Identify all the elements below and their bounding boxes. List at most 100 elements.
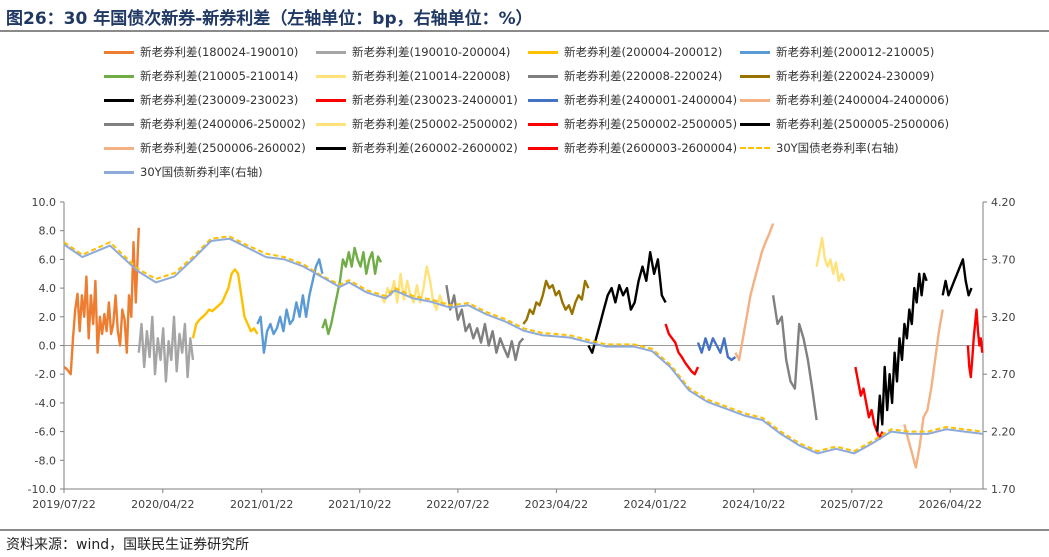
- series-line-11: [734, 223, 775, 362]
- legend-item: 新老券利差(2500005-2500006): [740, 115, 949, 133]
- series-line-19: [63, 235, 984, 453]
- legend-swatch: [104, 122, 134, 126]
- x-tick-label: 2026/04/22: [919, 498, 982, 511]
- legend-label: 30Y国债老券利率(右轴): [776, 141, 899, 155]
- source-note: 资料来源：wind，国联民生证券研究所: [6, 537, 250, 553]
- legend-swatch: [528, 98, 558, 102]
- left-tick-label: -10.0: [28, 483, 56, 496]
- left-tick-label: 10.0: [32, 196, 57, 209]
- series-line-12: [771, 295, 818, 421]
- legend-label: 新老券利差(210014-220008): [352, 69, 511, 83]
- x-tick-label: 2022/07/22: [426, 498, 489, 511]
- legend-item: 新老券利差(200012-210005): [740, 43, 934, 61]
- legend-label: 新老券利差(210005-210014): [140, 69, 299, 83]
- legend-item: 新老券利差(260002-2600002): [316, 139, 518, 157]
- legend-item: 新老券利差(220008-220024): [528, 67, 722, 85]
- series-line-7: [522, 279, 590, 325]
- x-tick-label: 2025/07/22: [820, 498, 883, 511]
- x-tick-label: 2023/04/22: [525, 498, 588, 511]
- legend-label: 新老券利差(220024-230009): [776, 69, 935, 83]
- series-line-20: [63, 237, 984, 455]
- left-tick-label: -8.0: [35, 454, 56, 467]
- legend-label: 新老券利差(2600003-2600004): [564, 141, 738, 155]
- left-tick-label: -4.0: [35, 397, 56, 410]
- legend-swatch: [316, 50, 346, 54]
- legend-label: 新老券利差(220008-220024): [564, 69, 723, 83]
- legend-swatch: [740, 50, 770, 54]
- legend-label: 新老券利差(180024-190010): [140, 45, 299, 59]
- series-line-8: [587, 251, 667, 354]
- series-line-2: [191, 268, 259, 339]
- legend-label: 新老券利差(230009-230023): [140, 93, 299, 107]
- left-tick-label: 8.0: [39, 225, 57, 238]
- legend-label: 新老券利差(2400004-2400006): [776, 93, 950, 107]
- legend-item: 新老券利差(2500002-2500005): [528, 115, 737, 133]
- x-tick-label: 2024/10/22: [722, 498, 785, 511]
- legend-swatch: [104, 50, 134, 54]
- legend-swatch: [528, 122, 558, 126]
- line-chart: 10.0 8.0 6.0 4.0 2.0 0.0 -2.0 -4.0 -6.0 -8.0 -10.0…: [28, 196, 1016, 511]
- legend-item: 30Y国债新券利率(右轴): [104, 163, 263, 181]
- legend-label: 新老券利差(260002-2600002): [352, 141, 518, 155]
- legend-label: 新老券利差(2500006-260002): [140, 141, 306, 155]
- legend-item: 新老券利差(190010-200004): [316, 43, 510, 61]
- title-divider: [0, 30, 1049, 32]
- legend-item: 新老券利差(2400006-250002): [104, 115, 306, 133]
- legend-swatch: [104, 98, 134, 102]
- left-tick-label: -2.0: [35, 368, 56, 381]
- legend-swatch: [316, 122, 346, 126]
- source-divider: [0, 529, 1049, 531]
- legend-swatch: [316, 146, 346, 150]
- x-tick-label: 2019/07/22: [32, 498, 95, 511]
- legend-item: 30Y国债老券利率(右轴): [740, 139, 899, 157]
- left-tick-label: -6.0: [35, 426, 56, 439]
- series-line-1: [137, 315, 195, 383]
- legend-label: 新老券利差(200012-210005): [776, 45, 935, 59]
- series-line-16: [903, 309, 944, 469]
- right-tick-label: 4.20: [991, 196, 1016, 209]
- series-line-3: [256, 258, 324, 354]
- series-line-13: [815, 236, 846, 283]
- legend-label: 新老券利差(250002-2500002): [352, 117, 518, 131]
- legend-item: 新老券利差(200004-200012): [528, 43, 722, 61]
- legend-item: 新老券利差(2500006-260002): [104, 139, 306, 157]
- legend-item: 新老券利差(220024-230009): [740, 67, 934, 85]
- legend-item: 新老券利差(2400004-2400006): [740, 91, 949, 109]
- legend-label: 30Y国债新券利率(右轴): [140, 165, 263, 179]
- right-tick-label: 2.70: [991, 368, 1016, 381]
- right-tick-label: 3.70: [991, 253, 1016, 266]
- legend-swatch: [104, 170, 134, 174]
- chart-axes: [63, 202, 984, 490]
- legend-item: 新老券利差(210005-210014): [104, 67, 298, 85]
- legend-swatch: [528, 50, 558, 54]
- series-line-15: [876, 272, 928, 432]
- legend-swatch: [740, 147, 770, 149]
- x-tick-label: 2020/04/22: [131, 498, 194, 511]
- left-tick-label: 4.0: [39, 282, 57, 295]
- legend-swatch: [740, 122, 770, 126]
- series-line-18: [966, 308, 984, 379]
- legend-label: 新老券利差(190010-200004): [352, 45, 511, 59]
- legend-label: 新老券利差(2500005-2500006): [776, 117, 950, 131]
- left-tick-label: 2.0: [39, 311, 57, 324]
- x-tick-label: 2024/01/22: [624, 498, 687, 511]
- series-line-17: [941, 258, 973, 297]
- legend-swatch: [316, 98, 346, 102]
- legend-label: 新老券利差(230023-2400001): [352, 93, 518, 107]
- legend-swatch: [740, 98, 770, 102]
- x-tick-label: 2021/10/22: [328, 498, 391, 511]
- legend-item: 新老券利差(2400001-2400004): [528, 91, 737, 109]
- legend-swatch: [104, 74, 134, 78]
- legend-swatch: [528, 146, 558, 150]
- left-tick-label: 6.0: [39, 253, 57, 266]
- chart-title: 图26：30 年国债次新券-新券利差（左轴单位：bp，右轴单位：%）: [6, 9, 533, 29]
- legend-swatch: [740, 74, 770, 78]
- legend-label: 新老券利差(2500002-2500005): [564, 117, 738, 131]
- legend-swatch: [104, 146, 134, 150]
- right-tick-label: 3.20: [991, 311, 1016, 324]
- legend-item: 新老券利差(2600003-2600004): [528, 139, 737, 157]
- legend-item: 新老券利差(250002-2500002): [316, 115, 518, 133]
- legend-label: 新老券利差(200004-200012): [564, 45, 723, 59]
- x-tick-label: 2021/01/22: [230, 498, 293, 511]
- legend-label: 新老券利差(2400001-2400004): [564, 93, 738, 107]
